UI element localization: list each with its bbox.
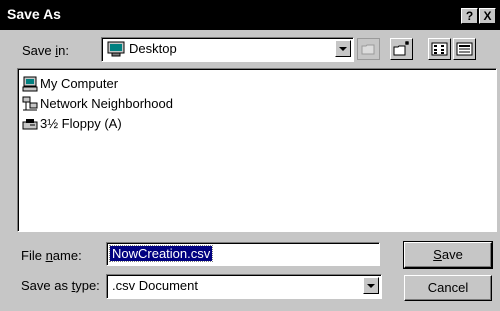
save-in-label: Save in: <box>22 43 69 58</box>
floppy-drive-icon <box>22 119 38 130</box>
desktop-icon <box>107 41 125 60</box>
details-view-icon <box>456 42 473 56</box>
save-in-dropdown-button[interactable] <box>335 40 351 57</box>
save-in-combo[interactable]: Desktop <box>101 37 354 62</box>
chevron-down-icon <box>367 284 375 288</box>
help-button[interactable]: ? <box>461 8 478 24</box>
save-button[interactable]: Save <box>403 241 493 269</box>
save-as-type-label: Save as type: <box>21 278 100 293</box>
save-in-value: Desktop <box>129 41 177 56</box>
up-one-level-button[interactable] <box>357 38 380 60</box>
save-as-dialog: Save As ? X Save in: Desktop My Computer… <box>0 0 500 311</box>
save-as-type-dropdown-button[interactable] <box>363 277 379 294</box>
close-button[interactable]: X <box>479 8 496 24</box>
details-view-button[interactable] <box>453 38 476 60</box>
chevron-down-icon <box>339 47 347 51</box>
my-computer-icon <box>22 76 38 92</box>
up-one-level-icon <box>361 44 375 55</box>
save-as-type-combo[interactable]: .csv Document <box>106 274 382 299</box>
save-button-accel: S <box>433 247 442 262</box>
new-folder-icon <box>393 41 409 56</box>
network-icon <box>22 96 38 111</box>
file-name-label: File name: <box>21 248 82 263</box>
file-name-value: NowCreation.csv <box>108 245 214 262</box>
window-title: Save As <box>7 6 61 22</box>
save-as-type-value: .csv Document <box>112 278 198 293</box>
list-view-button[interactable] <box>428 38 451 60</box>
list-item-label: 3½ Floppy (A) <box>40 116 122 131</box>
list-item-label: Network Neighborhood <box>40 96 173 111</box>
title-bar[interactable]: Save As ? X <box>0 0 500 30</box>
file-list[interactable]: My Computer Network Neighborhood 3½ Flop… <box>17 68 497 232</box>
save-button-label: ave <box>441 247 463 262</box>
new-folder-button[interactable] <box>390 38 413 60</box>
file-name-input[interactable]: NowCreation.csv <box>106 242 380 266</box>
list-item-label: My Computer <box>40 76 119 91</box>
list-view-icon <box>431 42 448 56</box>
cancel-button[interactable]: Cancel <box>404 275 492 301</box>
